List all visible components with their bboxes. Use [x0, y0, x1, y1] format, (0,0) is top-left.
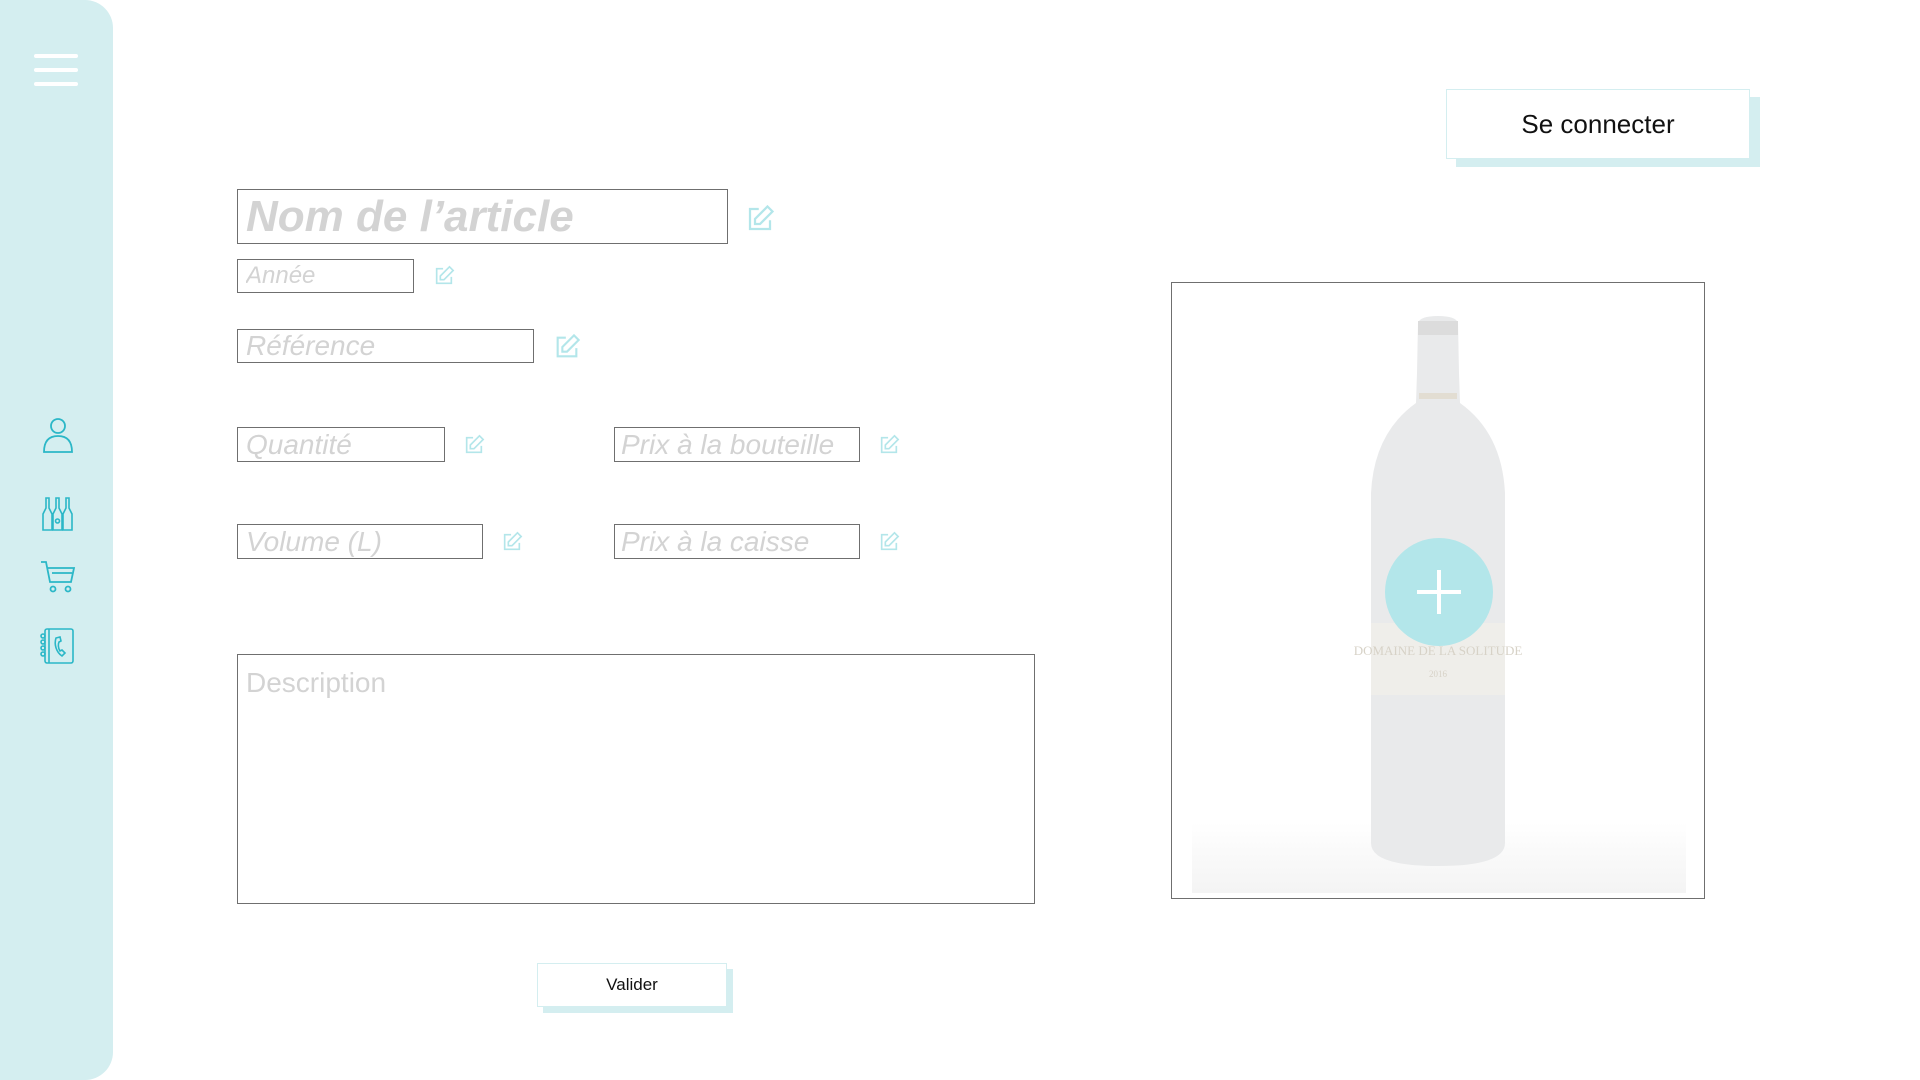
case-price-input[interactable]	[615, 525, 859, 558]
edit-icon[interactable]	[501, 531, 523, 553]
edit-icon[interactable]	[878, 531, 900, 553]
reference-input[interactable]	[238, 330, 533, 362]
submit-label: Valider	[606, 975, 658, 994]
bottle-price-field[interactable]	[614, 427, 860, 462]
login-button[interactable]: Se connecter	[1446, 89, 1750, 159]
reference-field[interactable]	[237, 329, 534, 363]
bottle-label-year: 2016	[1429, 669, 1448, 679]
case-price-field[interactable]	[614, 524, 860, 559]
shopping-cart-icon[interactable]	[38, 556, 78, 596]
login-label: Se connecter	[1521, 108, 1675, 139]
edit-icon[interactable]	[553, 333, 581, 361]
edit-icon[interactable]	[878, 434, 900, 456]
edit-icon[interactable]	[463, 434, 485, 456]
description-input[interactable]	[238, 655, 1034, 903]
volume-field[interactable]	[237, 524, 483, 559]
contact-book-icon[interactable]	[38, 626, 78, 666]
volume-input[interactable]	[238, 525, 482, 558]
year-field[interactable]	[237, 259, 414, 293]
submit-button[interactable]: Valider	[537, 963, 727, 1007]
sidebar	[0, 0, 113, 1080]
edit-icon[interactable]	[745, 204, 775, 234]
wine-bottles-icon[interactable]	[38, 492, 78, 532]
plus-icon	[1417, 570, 1461, 614]
edit-icon[interactable]	[433, 265, 455, 287]
hamburger-menu-icon[interactable]	[34, 54, 78, 90]
description-field[interactable]	[237, 654, 1035, 904]
quantity-field[interactable]	[237, 427, 445, 462]
add-image-button[interactable]	[1385, 538, 1493, 646]
article-name-field[interactable]	[237, 189, 728, 244]
quantity-input[interactable]	[238, 428, 444, 461]
article-name-input[interactable]	[238, 190, 727, 243]
user-icon[interactable]	[38, 414, 78, 454]
year-input[interactable]	[238, 260, 413, 292]
bottle-price-input[interactable]	[615, 428, 859, 461]
